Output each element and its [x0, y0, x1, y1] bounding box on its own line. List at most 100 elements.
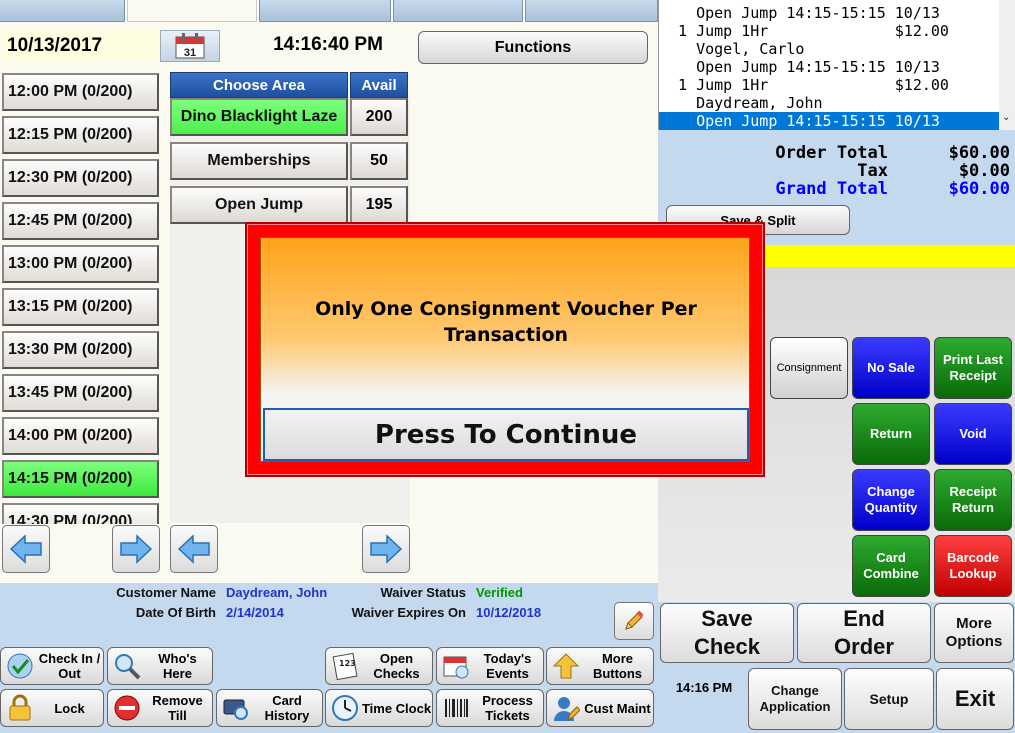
time-slot[interactable]: 12:00 PM (0/200) [2, 73, 159, 111]
exit-button[interactable]: Exit [936, 668, 1014, 730]
waiver-status-label: Waiver Status [380, 585, 467, 600]
whos-here-label: Who's Here [158, 651, 197, 681]
tax-value: $0.00 [958, 161, 1010, 181]
order-line[interactable]: Open Jump 14:15-15:15 10/13 [659, 4, 999, 22]
time-slot[interactable]: 14:30 PM (0/200) [2, 503, 159, 524]
chevron-down-icon[interactable]: ⌄ [1002, 112, 1010, 123]
dob-label: Date Of Birth [135, 605, 216, 620]
pencil-icon [625, 610, 644, 630]
change-application-button[interactable]: Change Application [748, 668, 842, 730]
process-tickets-button[interactable]: Process Tickets [436, 689, 544, 727]
time-slot[interactable]: 14:15 PM (0/200) [2, 460, 159, 498]
change-quantity-button[interactable]: Change Quantity [852, 469, 930, 531]
save-check-button[interactable]: Save Check [660, 603, 794, 663]
calendar-day: 31 [184, 47, 196, 59]
receipt-return-button[interactable]: Receipt Return [934, 469, 1012, 531]
area-avail-value: 50 [350, 142, 408, 180]
more-buttons-button[interactable]: More Buttons [546, 647, 654, 685]
arrow-right-icon [370, 534, 403, 564]
check-in-out-button[interactable]: Check In / Out [0, 647, 104, 685]
lock-label: Lock [54, 700, 85, 716]
barcode-lookup-button[interactable]: Barcode Lookup [934, 535, 1012, 597]
time-clock-button[interactable]: Time Clock [325, 689, 433, 727]
functions-button[interactable]: Functions [418, 31, 648, 64]
slots-next-button[interactable] [112, 525, 160, 573]
time-slot[interactable]: 13:30 PM (0/200) [2, 331, 159, 369]
events-calendar-icon [440, 650, 472, 682]
lock-icon [4, 692, 36, 724]
order-line[interactable]: Open Jump 14:15-15:15 10/13 [659, 112, 999, 130]
clock-display: 14:16:40 PM [273, 34, 383, 55]
calendar-button[interactable]: 31 [160, 30, 220, 62]
card-history-button[interactable]: Card History [216, 689, 323, 727]
setup-button[interactable]: Setup [844, 668, 934, 730]
more-options-button[interactable]: More Options [934, 603, 1014, 663]
time-slot[interactable]: 13:15 PM (0/200) [2, 288, 159, 326]
remove-till-button[interactable]: Remove Till [107, 689, 213, 727]
void-button[interactable]: Void [934, 403, 1012, 465]
card-combine-button[interactable]: Card Combine [852, 535, 930, 597]
edit-customer-button[interactable] [614, 602, 654, 640]
checks-icon: 123 [329, 650, 361, 682]
arrow-left-icon [9, 534, 42, 564]
tab-3[interactable] [259, 0, 391, 22]
time-slot[interactable]: 14:00 PM (0/200) [2, 417, 159, 455]
alert-dialog-body: Only One Consignment Voucher Per Transac… [260, 237, 750, 462]
tax-label: Tax [857, 161, 888, 181]
open-checks-button[interactable]: 123 Open Checks [325, 647, 433, 685]
order-line[interactable]: Open Jump 14:15-15:15 10/13 [659, 58, 999, 76]
grand-total-label: Grand Total [775, 179, 888, 199]
cust-maint-label: Cust Maint [584, 700, 651, 716]
order-list[interactable]: Open Jump 14:15-15:15 10/13 1 Jump 1Hr $… [658, 0, 1015, 130]
order-line[interactable]: Vogel, Carlo [659, 40, 999, 58]
order-total-value: $60.00 [948, 143, 1010, 163]
time-slot[interactable]: 12:45 PM (0/200) [2, 202, 159, 240]
tab-1[interactable] [0, 0, 125, 22]
lock-button[interactable]: Lock [0, 689, 104, 727]
tab-4[interactable] [393, 0, 523, 22]
end-order-button[interactable]: End Order [797, 603, 931, 663]
waiver-expires-label: Waiver Expires On [351, 605, 466, 620]
arrow-left-icon [177, 534, 210, 564]
cust-maint-button[interactable]: Cust Maint [546, 689, 654, 727]
remove-till-label: Remove Till [152, 693, 203, 723]
todays-events-button[interactable]: Today's Events [436, 647, 544, 685]
customer-name-label: Customer Name [116, 585, 216, 600]
consignment-button[interactable]: Consignment [770, 337, 848, 399]
no-sale-button[interactable]: No Sale [852, 337, 930, 399]
waiver-status-value: Verified [476, 585, 523, 600]
order-line[interactable]: 1 Jump 1Hr $12.00 [659, 22, 999, 40]
card-history-label: Card History [264, 693, 310, 723]
order-line[interactable]: 1 Jump 1Hr $12.00 [659, 76, 999, 94]
slots-prev-button[interactable] [2, 525, 50, 573]
date-display: 10/13/2017 [2, 30, 160, 62]
time-slot[interactable]: 13:45 PM (0/200) [2, 374, 159, 412]
magnifier-icon [111, 650, 143, 682]
areas-prev-button[interactable] [170, 525, 218, 573]
tab-5[interactable] [525, 0, 658, 22]
print-last-receipt-button[interactable]: Print Last Receipt [934, 337, 1012, 399]
tab-2[interactable] [127, 0, 257, 22]
time-slot[interactable]: 13:00 PM (0/200) [2, 245, 159, 283]
check-in-icon [4, 650, 36, 682]
time-slot[interactable]: 12:30 PM (0/200) [2, 159, 159, 197]
press-to-continue-button[interactable]: Press To Continue [263, 408, 749, 461]
choose-area-header: Choose Area [170, 72, 348, 98]
areas-next-button[interactable] [362, 525, 410, 573]
alert-dialog: Only One Consignment Voucher Per Transac… [245, 222, 765, 477]
customer-edit-icon [550, 692, 582, 724]
clock-icon [329, 692, 361, 724]
remove-icon [111, 692, 143, 724]
order-line[interactable]: Daydream, John [659, 94, 999, 112]
check-in-out-label: Check In / Out [38, 651, 101, 681]
area-open-jump[interactable]: Open Jump [170, 186, 348, 224]
area-dino-blacklight[interactable]: Dino Blacklight Laze [170, 98, 348, 136]
area-memberships[interactable]: Memberships [170, 142, 348, 180]
whos-here-button[interactable]: Who's Here [107, 647, 213, 685]
time-clock-label: Time Clock [361, 700, 432, 716]
return-button[interactable]: Return [852, 403, 930, 465]
alert-message: Only One Consignment Voucher Per Transac… [315, 298, 697, 346]
order-list-scrollbar[interactable]: ⌄ [999, 0, 1015, 130]
grand-total-value: $60.00 [948, 179, 1010, 199]
time-slot[interactable]: 12:15 PM (0/200) [2, 116, 159, 154]
